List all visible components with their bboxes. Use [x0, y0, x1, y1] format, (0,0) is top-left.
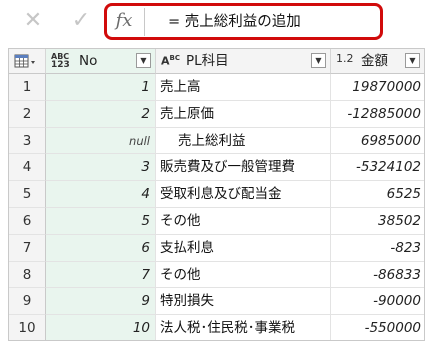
cell-amount[interactable]: 6525 — [331, 181, 424, 208]
cell-no[interactable]: 2 — [46, 100, 156, 128]
table-icon — [14, 54, 35, 68]
row-number[interactable]: 2 — [9, 100, 46, 128]
cell-no[interactable]: 7 — [46, 261, 156, 289]
cell-no[interactable]: 9 — [46, 288, 156, 316]
cell-amount[interactable]: -90000 — [331, 288, 424, 316]
data-grid: ABC 123 No ▼ ABC PL科目 ▼ 1.2 金額 ▼ 1 1 売上高 19… — [8, 48, 425, 341]
type-icon-bottom: BC — [169, 54, 180, 62]
column-name-no: No — [79, 53, 98, 69]
any-type-icon: ABC 123 — [51, 53, 70, 70]
column-filter-dropdown[interactable]: ▼ — [311, 53, 326, 68]
cell-no[interactable]: 4 — [46, 181, 156, 208]
cell-pl[interactable]: 販売費及び一般管理費 — [156, 154, 331, 182]
column-header-amount[interactable]: 1.2 金額 ▼ — [331, 49, 424, 74]
table-row[interactable]: 3 null 売上総利益 6985000 — [9, 127, 424, 155]
column-filter-dropdown[interactable]: ▼ — [136, 53, 151, 68]
table-row[interactable]: 2 2 売上原価 -12885000 — [9, 100, 424, 128]
column-header-pl[interactable]: ABC PL科目 ▼ — [156, 49, 331, 74]
text-type-icon: ABC — [161, 54, 180, 68]
confirm-icon[interactable]: ✓ — [70, 8, 92, 34]
cell-no[interactable]: null — [46, 127, 156, 155]
cell-amount[interactable]: 19870000 — [331, 74, 424, 101]
column-name-pl: PL科目 — [186, 53, 229, 69]
type-icon-bottom: 123 — [51, 60, 70, 70]
column-name-amount: 金額 — [361, 53, 388, 69]
table-row[interactable]: 7 6 支払利息 -823 — [9, 234, 424, 262]
formula-highlight-annotation — [104, 3, 383, 40]
row-number[interactable]: 6 — [9, 208, 46, 235]
cell-amount[interactable]: -86833 — [331, 262, 424, 289]
cell-pl[interactable]: 売上原価 — [156, 100, 331, 128]
table-row[interactable]: 8 7 その他 -86833 — [9, 261, 424, 289]
row-number[interactable]: 1 — [9, 74, 46, 101]
column-header-no[interactable]: ABC 123 No ▼ — [46, 49, 156, 74]
type-icon-top: A — [161, 54, 170, 68]
cell-pl[interactable]: 特別損失 — [156, 288, 331, 316]
row-number[interactable]: 8 — [9, 261, 46, 289]
table-menu-button[interactable] — [9, 49, 46, 74]
cell-no[interactable]: 1 — [46, 74, 156, 101]
formula-bar: ✕ ✓ fx = 売上総利益の追加 — [0, 0, 433, 44]
cell-pl[interactable]: 法人税･住民税･事業税 — [156, 315, 331, 340]
row-number[interactable]: 7 — [9, 234, 46, 262]
cell-amount[interactable]: 38502 — [331, 208, 424, 235]
row-number[interactable]: 3 — [9, 127, 46, 155]
cell-no[interactable]: 10 — [46, 315, 156, 340]
cancel-icon[interactable]: ✕ — [22, 8, 44, 34]
cell-amount[interactable]: -823 — [331, 235, 424, 262]
table-row[interactable]: 4 3 販売費及び一般管理費 -5324102 — [9, 154, 424, 182]
cell-pl[interactable]: 支払利息 — [156, 234, 331, 262]
cell-amount[interactable]: 6985000 — [331, 128, 424, 155]
cell-pl[interactable]: 受取利息及び配当金 — [156, 181, 331, 208]
row-number[interactable]: 5 — [9, 181, 46, 208]
decimal-type-icon: 1.2 — [336, 52, 354, 65]
cell-amount[interactable]: -5324102 — [331, 154, 424, 182]
cell-no[interactable]: 3 — [46, 154, 156, 182]
column-filter-dropdown[interactable]: ▼ — [405, 53, 420, 68]
cell-no[interactable]: 6 — [46, 234, 156, 262]
cell-pl[interactable]: その他 — [156, 261, 331, 289]
table-row[interactable]: 5 4 受取利息及び配当金 6525 — [9, 181, 424, 208]
table-row[interactable]: 1 1 売上高 19870000 — [9, 74, 424, 101]
cell-pl[interactable]: 売上高 — [156, 74, 331, 101]
row-number[interactable]: 9 — [9, 288, 46, 316]
cell-amount[interactable]: -12885000 — [331, 101, 424, 128]
row-number[interactable]: 10 — [9, 315, 46, 340]
table-row[interactable]: 10 10 法人税･住民税･事業税 -550000 — [9, 315, 424, 340]
row-number[interactable]: 4 — [9, 154, 46, 182]
cell-pl[interactable]: 売上総利益 — [156, 127, 331, 155]
table-row[interactable]: 9 9 特別損失 -90000 — [9, 288, 424, 316]
table-row[interactable]: 6 5 その他 38502 — [9, 208, 424, 235]
cell-amount[interactable]: -550000 — [331, 315, 424, 340]
cell-pl[interactable]: その他 — [156, 208, 331, 235]
cell-no[interactable]: 5 — [46, 208, 156, 235]
